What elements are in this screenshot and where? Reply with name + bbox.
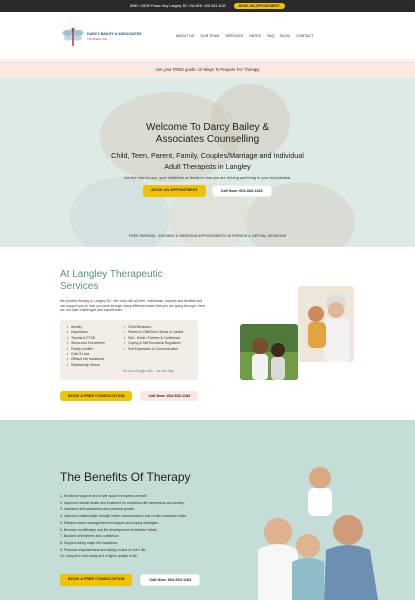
list-item: 2. Improved mental health and treatment … [60,500,185,505]
free-consultation-button[interactable]: BOOK A FREE CONSULTATION [60,574,133,586]
list-item: 7. Boosted self-esteem and confidence. [60,534,120,539]
challenges-box: Anxiety Depression Trauma & PTSD Stress … [60,320,198,380]
challenges-list-right: Child Behaviors Parent to Child/Teen Str… [124,325,183,352]
logo-tagline: COUNSELLING [87,37,108,41]
site-header: DARCY BAILEY & ASSOCIATES COUNSELLING AB… [0,12,415,60]
top-book-button[interactable]: BOOK AN APPOINTMENT [233,3,285,9]
section-title: At Langley Therapeutic Services [60,269,163,292]
list-item: 8. Support during major life transitions… [60,540,119,545]
free-consultation-button[interactable]: BOOK A FREE CONSULTATION [60,391,133,401]
hero-buttons: BOOK AN APPOINTMENT Call Now: 604-533-11… [0,185,415,197]
hero-title: Welcome To Darcy Bailey & Associates Cou… [145,122,269,145]
contact-info: 8060 • 20039 Fraser Hwy Langley, BC V3A … [130,4,226,8]
grandfather-child-photo [298,286,354,362]
list-item: Self Expression & Communication [124,347,183,352]
benefits-list: 1. Emotional support and a safe space to… [60,493,187,560]
nav-about[interactable]: ABOUT US [176,34,194,38]
struggle-link[interactable]: Do you struggle with .. we can help [123,369,174,373]
call-now-button[interactable]: Call Now: 604-533-1183 [211,185,272,197]
book-appointment-button[interactable]: BOOK AN APPOINTMENT [143,185,206,197]
top-bar: 8060 • 20039 Fraser Hwy Langley, BC V3A … [0,0,415,12]
mother-daughter-photo [240,324,298,380]
list-item: 3. Increased self-awareness and personal… [60,507,136,512]
nav-faq[interactable]: FAQ [267,34,274,38]
logo-name: DARCY BAILEY & ASSOCIATES [87,32,142,36]
list-item: Coping & Self Emotional Regulation [124,341,183,346]
nav-blog[interactable]: BLOG [280,34,290,38]
nav-contact[interactable]: CONTACT [296,34,313,38]
list-item: Stress and Overwhelm [67,341,104,346]
call-now-button[interactable]: Call Now: 604-533-1183 [140,574,201,586]
hero-subtitle: Child, Teen, Parent, Family, Couples/Mar… [111,151,304,171]
hero-text: Get the help for you, your child/teen or… [123,176,292,180]
nav-team[interactable]: OUR TEAM [200,34,219,38]
challenges-list-left: Anxiety Depression Trauma & PTSD Stress … [67,325,105,368]
list-item: 4. Improved relationships through better… [60,514,187,519]
benefits-section: The Benefits Of Therapy 1. Emotional sup… [0,420,415,600]
section-paragraph: We provide therapy in Langley BC. We wor… [60,299,205,313]
list-item: Relationship Stress [67,363,105,368]
benefits-title: The Benefits Of Therapy [60,470,191,484]
nav-services[interactable]: SERVICES [225,34,243,38]
dragonfly-logo-icon [62,27,84,46]
list-item: 1. Emotional support and a safe space to… [60,494,148,498]
main-nav: ABOUT US OUR TEAM SERVICES RATES FAQ BLO… [176,34,313,38]
list-item: 9. Personal empowerment and taking contr… [60,547,147,552]
list-item: 6. Behavior modification and the develop… [60,527,158,532]
hero-section: Welcome To Darcy Bailey & Associates Cou… [0,77,415,247]
happy-family-photo [238,450,400,600]
promo-banner[interactable]: Get your FREE guide: 10 Ways To Prepare … [0,61,415,77]
nav-rates[interactable]: RATES [249,34,261,38]
call-now-button[interactable]: Call Now: 604-533-1183 [140,391,199,401]
list-item: 5. Effective stress management technique… [60,520,159,525]
list-item: 10. Long-term well-being and a higher qu… [60,554,138,559]
therapeutic-services-section: At Langley Therapeutic Services We provi… [0,247,415,420]
benefits-buttons: BOOK A FREE CONSULTATION Call Now: 604-5… [60,574,201,586]
free-parking-note: FREE PARKING - EVENING & WEEKEND APPOINT… [128,234,287,238]
promo-text[interactable]: Get your FREE guide: 10 Ways To Prepare … [156,67,260,72]
site-logo[interactable]: DARCY BAILEY & ASSOCIATES COUNSELLING [62,26,141,48]
section-buttons: BOOK A FREE CONSULTATION Call Now: 604-5… [60,391,199,401]
